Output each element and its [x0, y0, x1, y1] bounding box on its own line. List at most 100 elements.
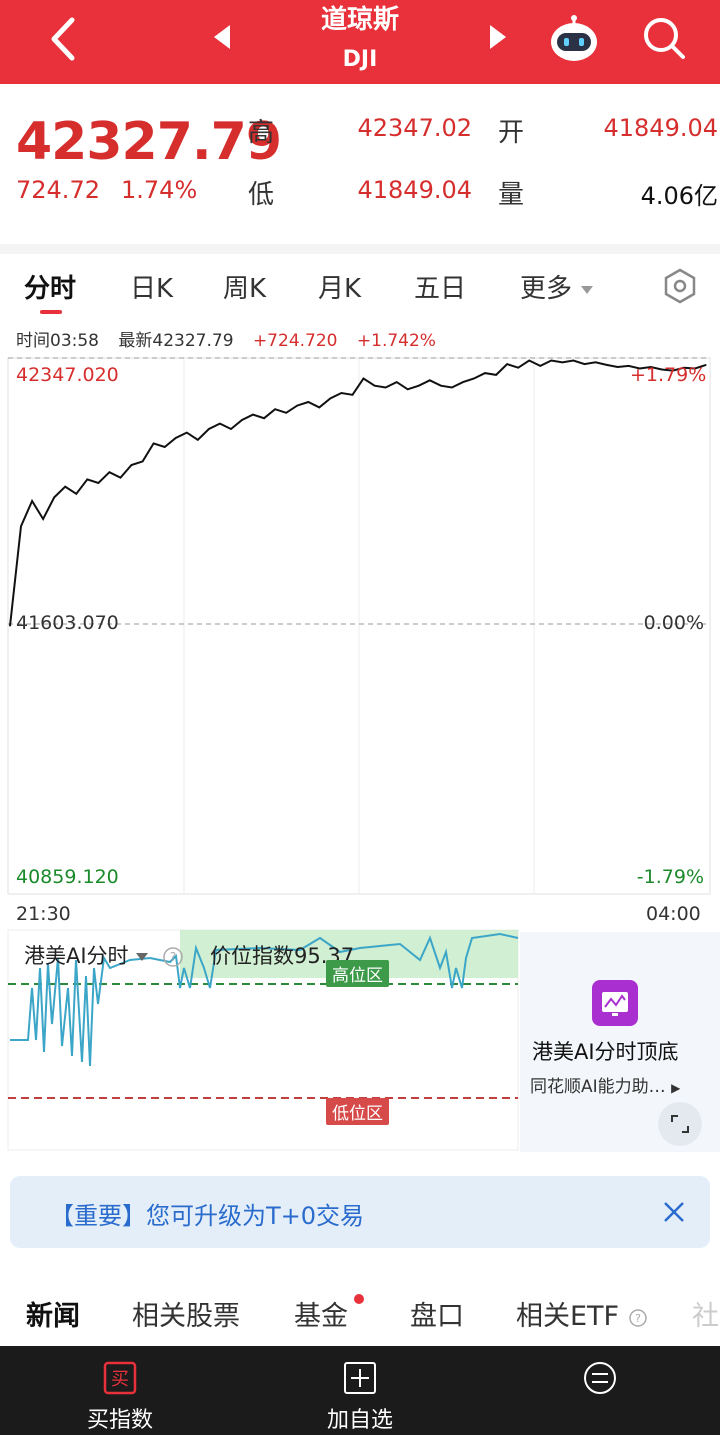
price-point: [473, 377, 475, 380]
pct-mid-label: 0.00%: [643, 612, 704, 634]
x-start-label: 21:30: [16, 903, 71, 925]
close-icon[interactable]: [660, 1198, 688, 1226]
page-title: 道琼斯: [320, 5, 399, 35]
tab-community[interactable]: 社: [692, 1294, 719, 1333]
svg-text:?: ?: [635, 1312, 641, 1325]
price-change: 724.72: [16, 176, 100, 204]
y-top-label: 42347.020: [16, 364, 119, 386]
settings-hexagon-icon[interactable]: [662, 268, 698, 304]
next-index-icon[interactable]: [484, 22, 510, 52]
ai-title-label: 港美AI分时: [24, 944, 129, 968]
price-point: [407, 388, 409, 390]
price-point: [385, 386, 387, 389]
price-point: [241, 419, 243, 421]
price-point: [617, 366, 619, 368]
price-point: [86, 478, 88, 480]
price-point: [351, 394, 354, 396]
price-point: [97, 482, 99, 484]
price-point: [528, 359, 530, 362]
price-point: [53, 496, 55, 498]
help-icon[interactable]: ?: [162, 946, 184, 968]
content-tabs: 新闻 相关股票 基金 盘口 相关ETF ? 社: [0, 1270, 720, 1346]
tab-funds[interactable]: 基金: [294, 1294, 348, 1333]
buy-icon: 买: [103, 1361, 137, 1395]
tab-weekly-k[interactable]: 周K: [223, 268, 266, 305]
ai-card-title: 港美AI分时顶底: [532, 1040, 679, 1064]
low-zone-badge: 低位区: [326, 1098, 389, 1125]
high-value: 42347.02: [357, 114, 472, 142]
price-point: [20, 525, 22, 527]
ai-card-subtitle-text: 同花顺AI能力助…: [530, 1077, 666, 1097]
tab-news[interactable]: 新闻: [26, 1294, 80, 1333]
tab-related-etf-label: 相关ETF: [516, 1301, 620, 1332]
tab-more-label: 更多: [520, 274, 573, 304]
low-value: 41849.04: [357, 176, 472, 204]
price-point: [263, 417, 265, 419]
y-bottom-label: 40859.120: [16, 866, 119, 888]
play-arrow-icon: ▶: [671, 1081, 681, 1095]
price-point: [142, 460, 144, 462]
price-change-percent: 1.74%: [121, 176, 198, 204]
section-divider: [0, 244, 720, 254]
price-point: [64, 486, 66, 488]
pct-bottom-label: -1.79%: [636, 866, 704, 888]
price-point: [153, 442, 155, 444]
add-watchlist-button[interactable]: 加自选: [240, 1346, 480, 1435]
expand-icon[interactable]: [658, 1102, 702, 1146]
add-box-icon: [344, 1362, 376, 1394]
high-label: 高: [248, 118, 275, 148]
price-point: [119, 477, 122, 479]
x-end-label: 04:00: [646, 903, 701, 925]
price-point: [75, 493, 77, 495]
search-icon[interactable]: [640, 14, 688, 62]
price-point: [484, 372, 486, 374]
tab-related-etf[interactable]: 相关ETF ?: [516, 1294, 648, 1333]
price-point: [31, 500, 33, 502]
price-point: [572, 359, 575, 362]
menu-circle-icon: [584, 1362, 616, 1394]
price-point: [539, 365, 541, 367]
price-point: [252, 414, 254, 416]
ai-dropdown-icon: [136, 953, 149, 961]
tab-intraday[interactable]: 分时: [24, 268, 76, 305]
price-point: [285, 412, 287, 414]
high-zone-badge: 高位区: [326, 960, 389, 987]
ai-title[interactable]: 港美AI分时 ?: [24, 940, 184, 970]
banner-text: 【重要】您可升级为T+0交易: [50, 1202, 365, 1230]
price-point: [307, 401, 309, 403]
dropdown-triangle-icon: [581, 285, 594, 294]
tab-order-book[interactable]: 盘口: [410, 1294, 464, 1333]
menu-button[interactable]: [480, 1346, 720, 1435]
price-point: [451, 386, 453, 389]
price-point: [197, 439, 199, 441]
buy-index-button[interactable]: 买 买指数: [0, 1346, 240, 1435]
tab-monthly-k[interactable]: 月K: [318, 268, 361, 305]
svg-text:?: ?: [170, 950, 176, 964]
tab-more[interactable]: 更多: [520, 268, 594, 305]
price-point: [594, 361, 597, 363]
back-arrow-icon[interactable]: [44, 14, 84, 64]
buy-icon-text: 买: [111, 1369, 129, 1390]
upgrade-banner[interactable]: 【重要】您可升级为T+0交易: [10, 1176, 710, 1248]
price-point: [130, 464, 133, 466]
previous-index-icon[interactable]: [210, 22, 236, 52]
price-point: [340, 392, 342, 394]
index-code: DJI: [342, 47, 378, 72]
price-point: [561, 361, 564, 363]
ai-card-subtitle: 同花顺AI能力助… ▶: [530, 1072, 680, 1097]
info-change: +724.720: [252, 331, 338, 351]
price-point: [396, 381, 398, 383]
ai-assistant-icon[interactable]: [548, 12, 600, 64]
tab-related-stocks[interactable]: 相关股票: [132, 1294, 240, 1333]
price-point: [274, 408, 276, 410]
bottom-nav: 买 买指数 加自选: [0, 1346, 720, 1435]
volume-value: 4.06亿: [640, 182, 718, 210]
tab-daily-k[interactable]: 日K: [130, 268, 173, 305]
ai-promo-card[interactable]: 港美AI分时顶底 同花顺AI能力助… ▶: [520, 932, 720, 1152]
price-point: [606, 364, 608, 366]
info-time: 时间03:58: [16, 331, 99, 351]
price-point: [175, 437, 177, 439]
price-point: [230, 428, 232, 430]
tab-five-day[interactable]: 五日: [414, 268, 466, 305]
price-point: [9, 625, 11, 627]
